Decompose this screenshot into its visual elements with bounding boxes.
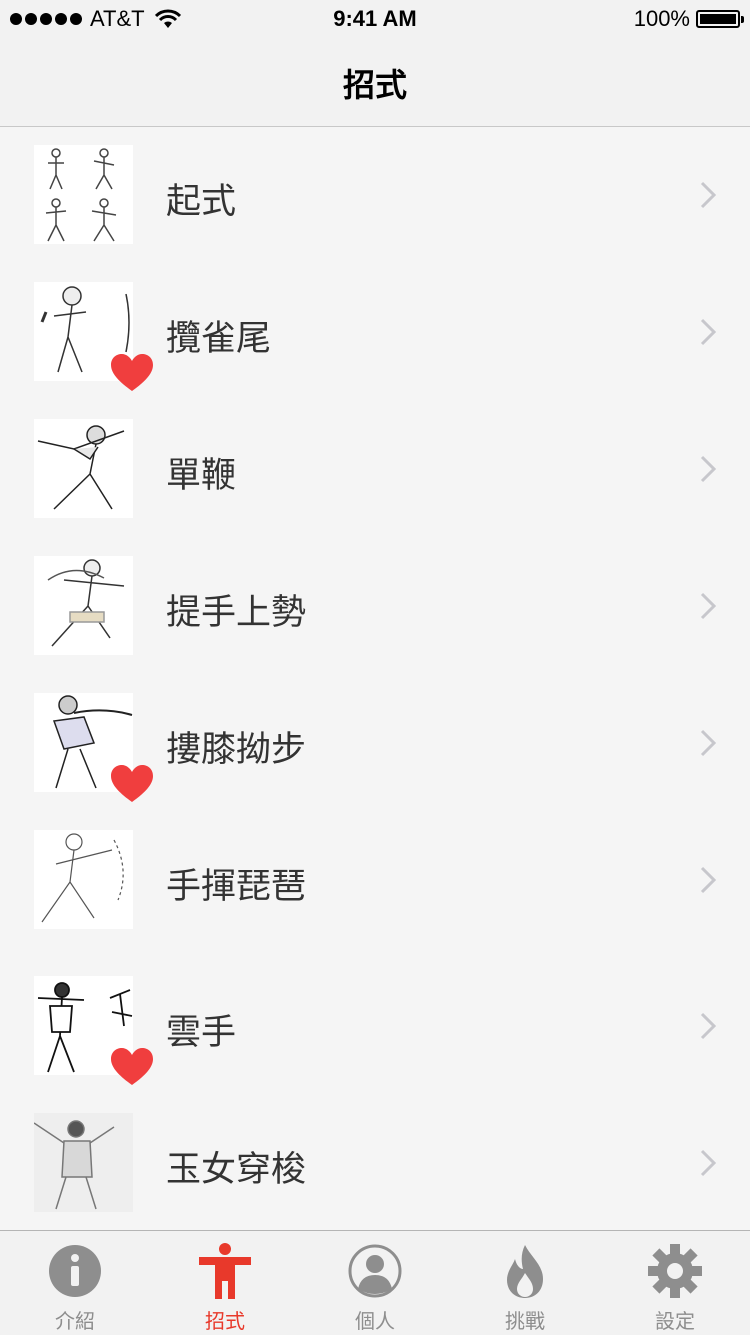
chevron-right-icon — [700, 1149, 716, 1177]
move-name: 摟膝拗步 — [166, 730, 307, 770]
chevron-right-icon — [700, 866, 716, 894]
page-title: 招式 — [342, 66, 407, 104]
profile-icon — [348, 1244, 402, 1298]
status-bar: AT&T 9:41 AM 100% — [0, 0, 750, 38]
info-icon — [49, 1245, 101, 1297]
favorite-heart-icon — [111, 1048, 153, 1085]
chevron-right-icon — [700, 729, 716, 757]
chevron-right-icon — [700, 455, 716, 483]
list-item[interactable]: 手揮琵琶 — [0, 812, 750, 950]
move-thumbnail — [34, 830, 133, 929]
chevron-right-icon — [700, 592, 716, 620]
favorite-heart-icon — [111, 765, 153, 802]
battery-icon — [696, 10, 744, 28]
chevron-right-icon — [700, 1012, 716, 1040]
battery-percent: 100% — [633, 6, 690, 31]
list-item[interactable]: 提手上勢 — [0, 538, 750, 676]
move-thumbnail — [34, 556, 133, 655]
tab-label: 個人 — [355, 1309, 395, 1333]
move-name: 玉女穿梭 — [166, 1150, 307, 1190]
move-name: 攬雀尾 — [166, 319, 272, 359]
move-name: 提手上勢 — [166, 593, 307, 633]
person-icon — [199, 1243, 251, 1299]
move-name: 起式 — [166, 182, 237, 222]
move-thumbnail — [34, 1113, 133, 1212]
favorite-heart-icon — [111, 354, 153, 391]
tab-label: 挑戰 — [505, 1309, 545, 1333]
tab-label: 設定 — [655, 1309, 695, 1333]
list-item[interactable]: 起式 — [0, 127, 750, 265]
tab-profile[interactable]: 個人 — [300, 1231, 450, 1335]
list-item[interactable]: 玉女穿梭 — [0, 1095, 750, 1231]
tab-challenge[interactable]: 挑戰 — [450, 1231, 600, 1335]
move-name: 單鞭 — [166, 456, 237, 496]
list-item[interactable]: 單鞭 — [0, 401, 750, 539]
flame-icon — [507, 1245, 543, 1298]
chevron-right-icon — [700, 181, 716, 209]
tab-settings[interactable]: 設定 — [600, 1231, 750, 1335]
gear-icon — [648, 1244, 702, 1298]
tab-label: 招式 — [205, 1309, 245, 1333]
chevron-right-icon — [700, 318, 716, 346]
tab-moves[interactable]: 招式 — [150, 1231, 300, 1335]
tab-label: 介紹 — [55, 1309, 95, 1333]
tab-bar: 介紹 招式 個人 挑戰 設定 — [0, 1230, 750, 1335]
move-name: 手揮琵琶 — [166, 867, 307, 907]
move-thumbnail — [34, 145, 133, 244]
battery-group: 100% — [633, 6, 744, 32]
tab-intro[interactable]: 介紹 — [0, 1231, 150, 1335]
move-thumbnail — [34, 419, 133, 518]
navigation-bar: 招式 — [0, 38, 750, 127]
list-item[interactable]: 攬雀尾 — [0, 264, 750, 402]
move-name: 雲手 — [166, 1013, 237, 1053]
list-item[interactable]: 摟膝拗步 — [0, 675, 750, 813]
list-item[interactable]: 雲手 — [0, 949, 750, 1096]
